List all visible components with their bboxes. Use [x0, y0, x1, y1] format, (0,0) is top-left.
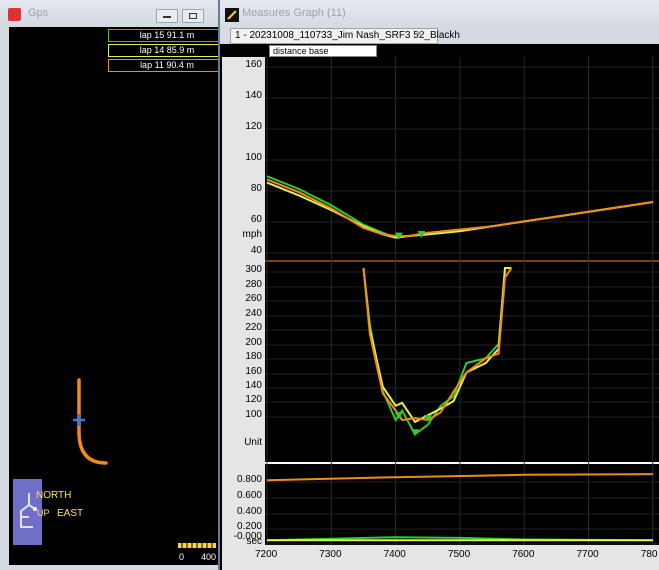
minimize-icon [163, 16, 171, 18]
measures-window-title: Measures Graph (11) [242, 7, 346, 19]
gps-app-icon [8, 8, 21, 21]
scale-start-label: 0 [179, 552, 185, 562]
x-tick-label: 7700 [576, 549, 599, 560]
y-tick-label: 0.600 [236, 490, 262, 501]
x-axis-row: 7200 7300 7400 7500 7600 7700 780 [222, 545, 659, 570]
y-axis-label: mph [242, 229, 262, 240]
measures-chart[interactable] [265, 57, 659, 545]
tab-session[interactable]: 1 - 20231008_110733_Jim Nash_SRF3 52_Bla… [230, 28, 460, 44]
compass-east-label: EAST [57, 508, 84, 519]
y-tick-label: 0.400 [236, 506, 262, 517]
distance-base-label: distance base [269, 45, 377, 57]
y-tick-label: 140 [245, 90, 262, 101]
y-tick-label: 220 [245, 322, 262, 333]
y-tick-label: 240 [245, 308, 262, 319]
scale-bar [178, 543, 216, 548]
x-tick-label: 7300 [319, 549, 342, 560]
compass-north-label: NORTH [36, 490, 72, 501]
y-tick-label: 100 [245, 152, 262, 163]
x-tick-label: 7200 [255, 549, 278, 560]
y-tick-label: 40 [250, 245, 262, 256]
y-tick-label: -0.000 [233, 531, 262, 542]
compass-up-label: UP [37, 508, 50, 518]
y-tick-label: 260 [245, 293, 262, 304]
y-tick-label: 140 [245, 380, 262, 391]
y-tick-label: 80 [250, 183, 262, 194]
y-tick-label: 120 [245, 121, 262, 132]
y-tick-label: 160 [245, 59, 262, 70]
gps-window: Gps lap 15 91.1 m lap 14 85.9 m lap 11 9… [0, 0, 222, 570]
y-tick-label: 280 [245, 279, 262, 290]
y-tick-label: 0.800 [236, 474, 262, 485]
gps-titlebar[interactable]: Gps [0, 0, 222, 26]
y-tick-label: 160 [245, 366, 262, 377]
maximize-button[interactable] [182, 9, 204, 23]
tab-close-icon[interactable]: ✕ [415, 29, 423, 40]
track-path [77, 378, 108, 465]
minimize-button[interactable] [156, 9, 178, 23]
y-axis-column: 160 140 120 100 80 60 40 mph 300 280 260 240 220 200 1… [222, 57, 265, 547]
x-tick-label: 7400 [383, 549, 406, 560]
series-line-lap-11 [362, 267, 513, 422]
x-tick-label: 7600 [512, 549, 535, 560]
y-tick-label: 200 [245, 337, 262, 348]
y-tick-label: 60 [250, 214, 262, 225]
measures-graph-window: Measures Graph (11) 1 - 20231008_110733_… [218, 0, 659, 570]
y-axis-label: Unit [244, 437, 262, 448]
x-tick-label: 7500 [447, 549, 471, 560]
scale-end-label: 400 [201, 552, 217, 562]
y-tick-label: 300 [245, 264, 262, 275]
measures-titlebar[interactable]: Measures Graph (11) [220, 0, 659, 26]
gps-map-canvas[interactable]: lap 15 91.1 m lap 14 85.9 m lap 11 90.4 … [9, 27, 222, 565]
x-tick-label: 780 [640, 549, 658, 560]
maximize-icon [189, 13, 197, 19]
y-tick-label: 100 [245, 409, 262, 420]
gps-window-title: Gps [28, 7, 49, 19]
y-tick-label: 120 [245, 394, 262, 405]
pen-icon [225, 8, 239, 22]
car-position-marker [73, 414, 85, 426]
y-tick-label: 180 [245, 351, 262, 362]
